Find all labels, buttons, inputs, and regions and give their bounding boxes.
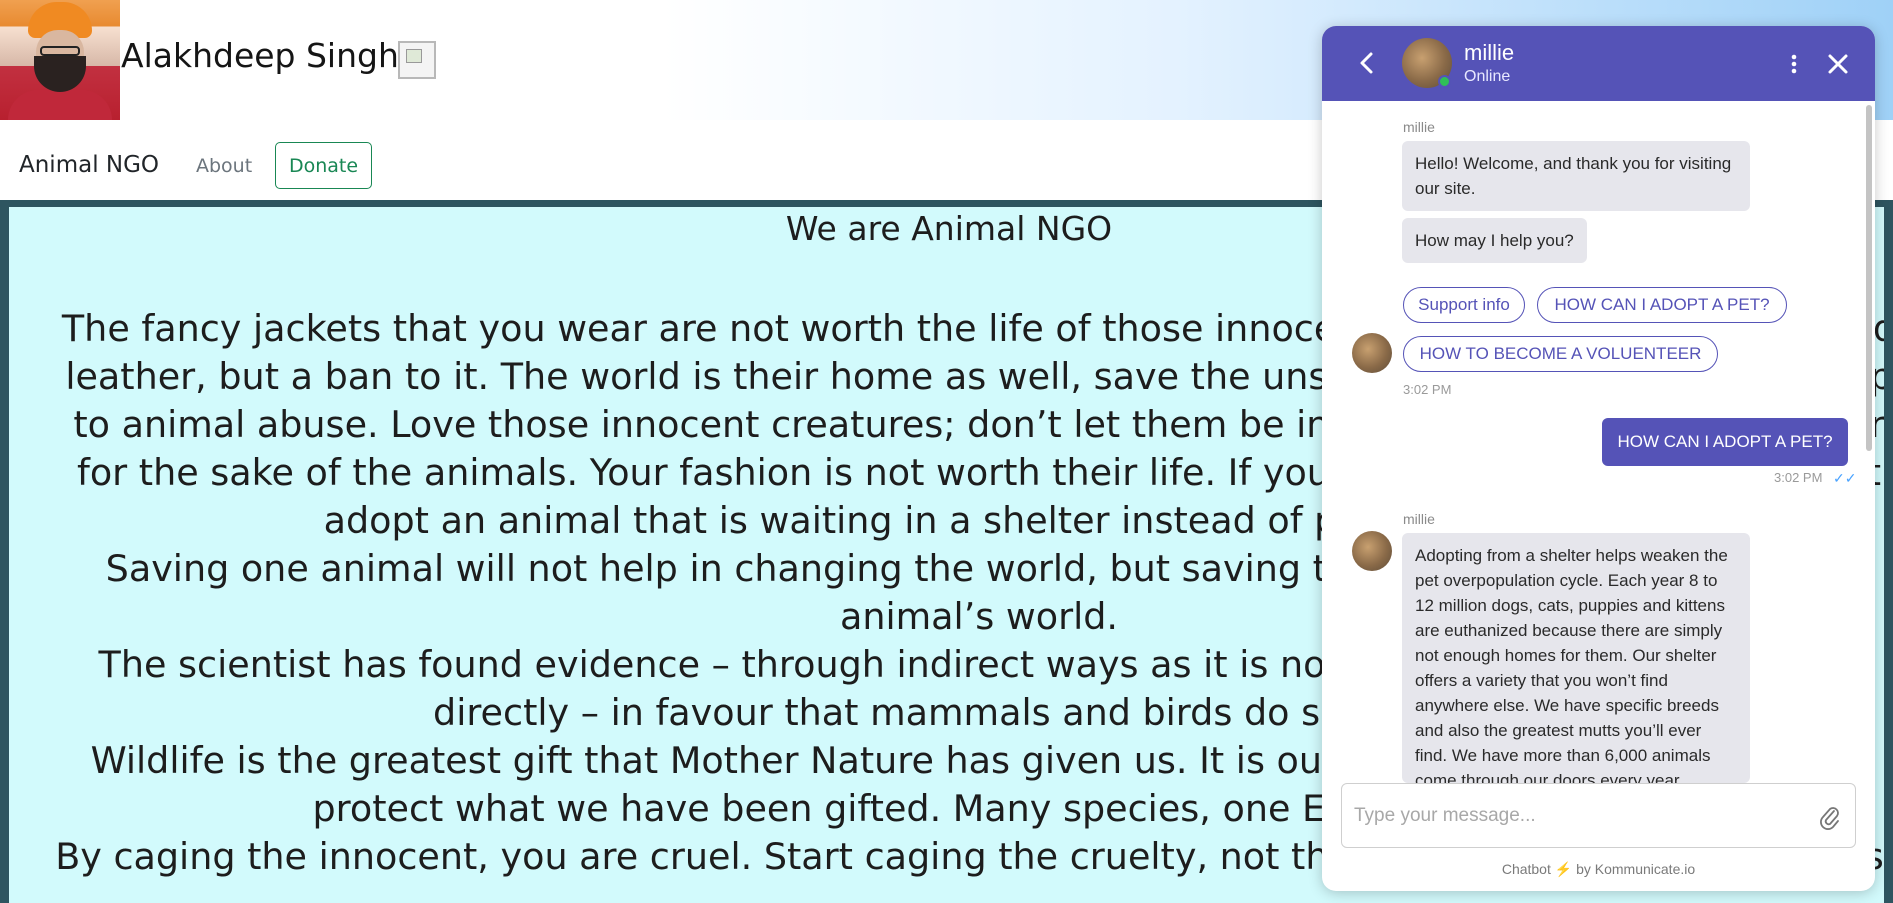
footer-suffix[interactable]: by Kommunicate.io	[1576, 861, 1695, 877]
message-input[interactable]	[1354, 800, 1804, 832]
site-title: Alakhdeep Singh	[121, 36, 399, 75]
message-time: 3:02 PM	[1774, 470, 1823, 485]
quick-reply-adopt-pet[interactable]: HOW CAN I ADOPT A PET?	[1537, 287, 1787, 323]
lightning-icon: ⚡	[1554, 861, 1573, 877]
back-arrow-icon[interactable]	[1352, 48, 1382, 78]
agent-status: Online	[1464, 68, 1511, 85]
footer-prefix: Chatbot	[1501, 861, 1551, 877]
broken-image-icon	[398, 41, 436, 79]
quick-reply-support-info[interactable]: Support info	[1403, 287, 1525, 323]
attachment-paperclip-icon[interactable]	[1818, 804, 1842, 830]
nav-link-about[interactable]: About	[196, 155, 252, 177]
profile-photo	[0, 0, 120, 120]
chat-header: millie Online	[1322, 26, 1875, 101]
message-bubble: Hello! Welcome, and thank you for visiti…	[1402, 141, 1750, 211]
user-message-bubble: HOW CAN I ADOPT A PET?	[1602, 418, 1848, 466]
donate-button[interactable]: Donate	[275, 142, 372, 189]
read-receipt-icon: ✓✓	[1833, 470, 1857, 486]
message-time: 3:02 PM	[1403, 382, 1452, 397]
quick-reply-volunteer[interactable]: HOW TO BECOME A VOLUENTEER	[1403, 336, 1718, 372]
close-icon[interactable]	[1824, 50, 1852, 78]
online-status-dot	[1438, 75, 1451, 88]
agent-avatar-small	[1352, 333, 1392, 373]
message-bubble: How may I help you?	[1402, 218, 1587, 263]
sender-label: millie	[1403, 511, 1435, 527]
sender-label: millie	[1403, 119, 1435, 135]
chat-messages[interactable]: millie Hello! Welcome, and thank you for…	[1322, 101, 1875, 783]
agent-name: millie	[1464, 40, 1515, 65]
chat-footer: Chatbot ⚡ by Kommunicate.io	[1322, 861, 1875, 878]
message-input-box[interactable]	[1341, 783, 1856, 848]
chat-widget: millie Online millie Hello! Welcome, and…	[1322, 26, 1875, 891]
message-bubble: Adopting from a shelter helps weaken the…	[1402, 533, 1750, 783]
navbar-brand[interactable]: Animal NGO	[19, 152, 159, 178]
chat-scrollbar[interactable]	[1866, 105, 1872, 451]
agent-avatar-small	[1352, 531, 1392, 571]
more-options-icon[interactable]	[1784, 50, 1804, 78]
